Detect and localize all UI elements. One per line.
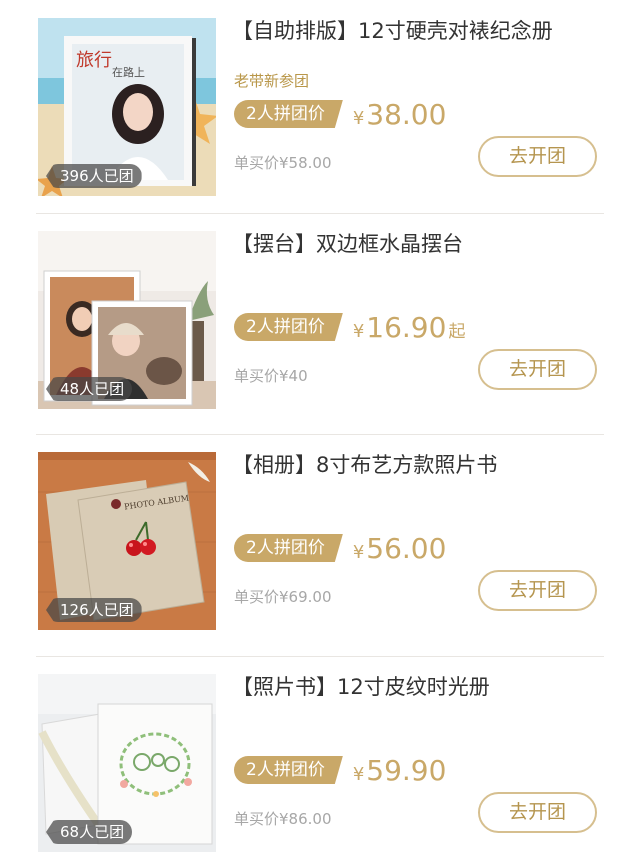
group-price-row: 2人拼团价 ¥ 16.90 起	[234, 311, 466, 344]
start-group-button[interactable]: 去开团	[478, 136, 597, 177]
product-image[interactable]: 68人已团	[38, 674, 216, 852]
product-title[interactable]: 【摆台】双边框水晶摆台	[232, 229, 612, 259]
price-value: 38.00	[366, 97, 447, 131]
product-image[interactable]: 旅行 在路上 396人已团	[38, 18, 216, 196]
group-price-badge: 2人拼团价	[234, 756, 343, 784]
sold-count-badge: 126人已团	[46, 598, 142, 622]
sold-count-badge: 396人已团	[46, 164, 142, 188]
currency-symbol: ¥	[352, 541, 365, 563]
cover-subtitle: 在路上	[112, 66, 145, 79]
sold-count-badge: 48人已团	[46, 377, 133, 401]
product-item[interactable]: PHOTO ALBUM 126人已团 【相册】8寸布艺方款照片书 2人拼团价 ¥…	[0, 434, 640, 655]
product-title[interactable]: 【相册】8寸布艺方款照片书	[232, 450, 612, 480]
start-group-button[interactable]: 去开团	[478, 349, 597, 390]
single-price: 单买价¥58.00	[234, 154, 332, 172]
currency-symbol: ¥	[352, 107, 365, 129]
price-suffix: 起	[448, 321, 466, 342]
product-image[interactable]: 48人已团	[38, 231, 216, 409]
price-value: 56.00	[366, 531, 447, 565]
group-price-row: 2人拼团价 ¥ 59.90	[234, 754, 449, 787]
group-price-row: 2人拼团价 ¥ 56.00	[234, 532, 449, 565]
start-group-button[interactable]: 去开团	[478, 792, 597, 833]
group-price: ¥ 59.90	[353, 754, 449, 787]
product-item[interactable]: 68人已团 【照片书】12寸皮纹时光册 2人拼团价 ¥ 59.90 单买价¥86…	[0, 656, 640, 866]
product-title[interactable]: 【自助排版】12寸硬壳对裱纪念册	[232, 16, 612, 46]
product-item[interactable]: 48人已团 【摆台】双边框水晶摆台 2人拼团价 ¥ 16.90 起 单买价¥40…	[0, 213, 640, 434]
group-price-badge: 2人拼团价	[234, 313, 343, 341]
sold-count-badge: 68人已团	[46, 820, 133, 844]
product-list: 旅行 在路上 396人已团 【自助排版】12寸硬壳对裱纪念册 老带新参团 2人拼…	[0, 0, 640, 866]
group-price: ¥ 56.00	[353, 532, 449, 565]
group-price: ¥ 16.90 起	[353, 311, 466, 344]
single-price: 单买价¥86.00	[234, 810, 332, 828]
product-item[interactable]: 旅行 在路上 396人已团 【自助排版】12寸硬壳对裱纪念册 老带新参团 2人拼…	[0, 0, 640, 221]
cover-title: 旅行	[76, 50, 112, 71]
price-value: 59.90	[366, 753, 447, 787]
currency-symbol: ¥	[352, 320, 365, 342]
single-price: 单买价¥69.00	[234, 588, 332, 606]
group-price: ¥ 38.00	[353, 98, 449, 131]
single-price: 单买价¥40	[234, 367, 308, 385]
product-image[interactable]: PHOTO ALBUM 126人已团	[38, 452, 216, 630]
promo-tag: 老带新参团	[234, 72, 310, 90]
group-price-badge: 2人拼团价	[234, 100, 343, 128]
start-group-button[interactable]: 去开团	[478, 570, 597, 611]
group-price-badge: 2人拼团价	[234, 534, 343, 562]
product-title[interactable]: 【照片书】12寸皮纹时光册	[232, 672, 612, 702]
currency-symbol: ¥	[352, 763, 365, 785]
group-price-row: 2人拼团价 ¥ 38.00	[234, 98, 449, 131]
price-value: 16.90	[366, 310, 447, 344]
